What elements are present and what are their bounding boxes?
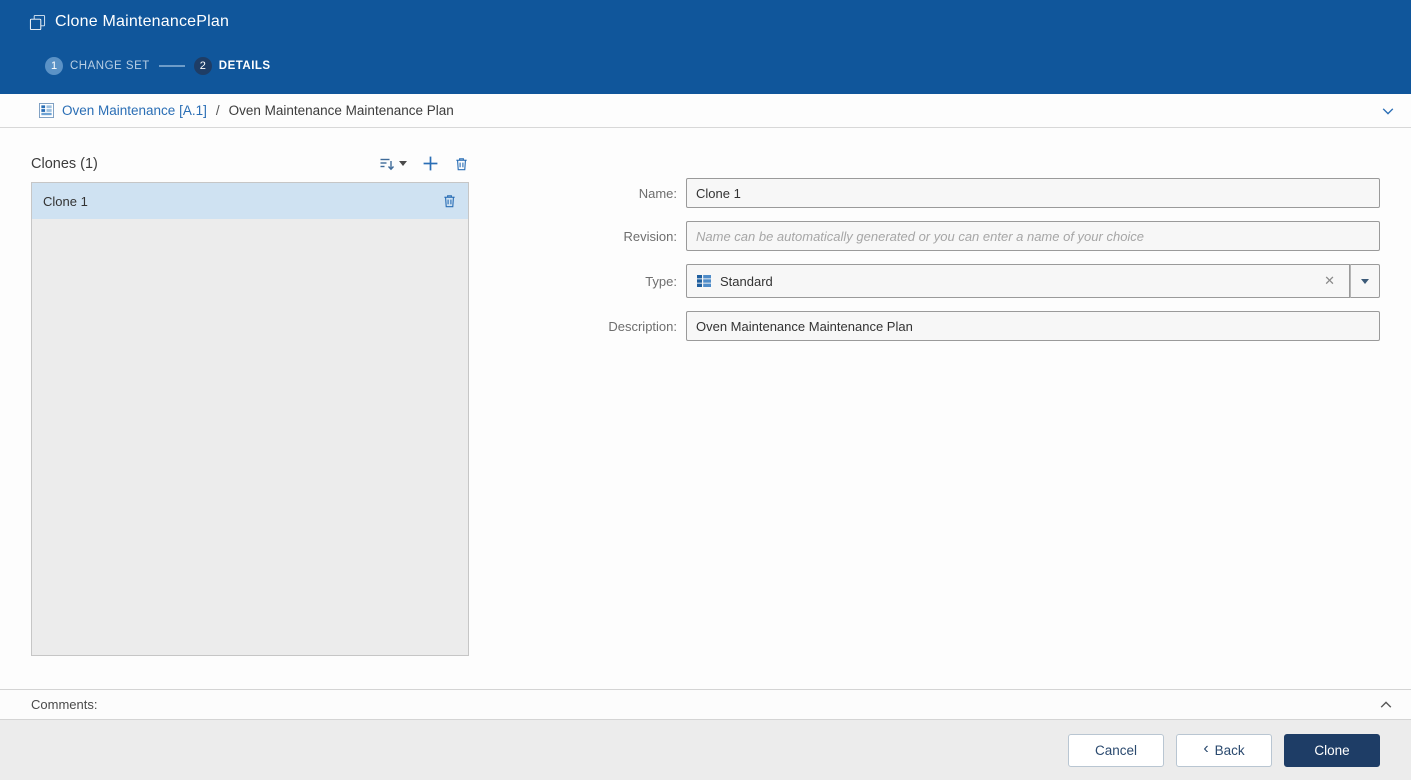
- description-row: Description:: [561, 311, 1380, 341]
- breadcrumb-current: Oven Maintenance Maintenance Plan: [228, 103, 454, 118]
- back-button-label: Back: [1214, 742, 1245, 758]
- clones-panel-header: Clones (1): [31, 146, 469, 176]
- trash-icon[interactable]: [442, 193, 457, 209]
- chevron-down-icon: [399, 161, 407, 166]
- step-details[interactable]: 2 DETAILS: [193, 57, 271, 75]
- breadcrumb: Oven Maintenance [A.1] / Oven Maintenanc…: [0, 94, 1411, 128]
- step-2-circle: 2: [193, 57, 212, 75]
- revision-field[interactable]: [686, 221, 1380, 251]
- chevron-down-icon: [1361, 278, 1369, 284]
- details-form: Name: Revision: Type:: [561, 146, 1380, 689]
- add-clone-button[interactable]: [422, 155, 439, 172]
- sort-arrange-button[interactable]: [379, 156, 407, 172]
- wizard-stepper: 1 CHANGE SET 2 DETAILS: [45, 57, 1411, 75]
- back-button[interactable]: ‹ Back: [1176, 733, 1272, 767]
- clone-maintenanceplan-dialog: Clone MaintenancePlan 1 CHANGE SET 2 DET…: [0, 0, 1411, 780]
- type-combobox: Standard ✕: [686, 264, 1380, 298]
- chevron-down-icon[interactable]: [1381, 104, 1395, 118]
- step-2-label: DETAILS: [218, 60, 271, 72]
- page-title: Clone MaintenancePlan: [55, 13, 230, 30]
- title-row: Clone MaintenancePlan: [29, 0, 1411, 31]
- clones-toolbar: [379, 155, 469, 172]
- clear-icon[interactable]: ✕: [1319, 273, 1340, 289]
- clone-item-label: Clone 1: [43, 193, 88, 209]
- name-label: Name:: [638, 185, 677, 201]
- type-row: Type: Standard ✕: [561, 264, 1380, 298]
- step-change-set[interactable]: 1 CHANGE SET: [45, 57, 150, 75]
- clone-icon: [29, 14, 46, 31]
- footer-bar: Cancel ‹ Back Clone: [0, 720, 1411, 780]
- type-combobox-field[interactable]: Standard ✕: [686, 264, 1350, 298]
- list-item-clone-1[interactable]: Clone 1: [32, 183, 468, 219]
- delete-clone-button trash-icon[interactable]: [454, 156, 469, 172]
- chevron-up-icon: [1379, 698, 1393, 712]
- description-field[interactable]: [686, 311, 1380, 341]
- revision-label: Revision:: [623, 228, 677, 244]
- standard-type-icon: [696, 273, 712, 289]
- type-value: Standard: [720, 273, 773, 289]
- revision-row: Revision:: [561, 221, 1380, 251]
- description-label: Description:: [608, 318, 677, 334]
- header: Clone MaintenancePlan 1 CHANGE SET 2 DET…: [0, 0, 1411, 94]
- type-dropdown-button[interactable]: [1350, 264, 1380, 298]
- clones-list-title: Clones (1): [31, 156, 98, 172]
- name-field[interactable]: [686, 178, 1380, 208]
- chevron-left-icon: ‹: [1203, 740, 1209, 757]
- breadcrumb-separator: /: [215, 103, 220, 118]
- comments-label: Comments:: [31, 697, 98, 712]
- cancel-button[interactable]: Cancel: [1068, 733, 1164, 767]
- name-row: Name:: [561, 178, 1380, 208]
- type-label: Type:: [645, 273, 677, 289]
- clones-list: Clone 1: [31, 182, 469, 656]
- main-content: Clones (1) Clone 1 Name: Clone 1 Revisio…: [0, 128, 1411, 689]
- step-connector-line: [158, 65, 185, 67]
- breadcrumb-root-link[interactable]: Oven Maintenance [A.1]: [62, 103, 207, 118]
- step-1-circle: 1: [45, 57, 63, 75]
- clone-button[interactable]: Clone: [1284, 733, 1380, 767]
- comments-section-toggle[interactable]: Comments:: [0, 689, 1411, 720]
- step-1-label: CHANGE SET: [70, 60, 150, 72]
- clones-panel: Clones (1) Clone 1: [31, 146, 469, 689]
- maintenance-plan-type-icon: [39, 103, 54, 118]
